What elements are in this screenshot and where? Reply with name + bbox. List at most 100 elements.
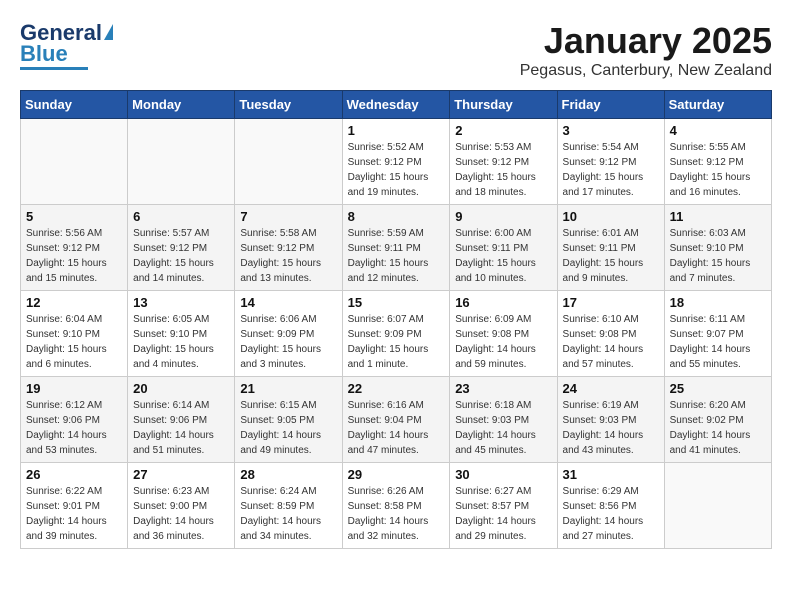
- calendar-day-cell: 16 Sunrise: 6:09 AM Sunset: 9:08 PM Dayli…: [450, 291, 557, 377]
- weekday-header-friday: Friday: [557, 91, 664, 119]
- day-detail: Sunrise: 5:58 AM Sunset: 9:12 PM Dayligh…: [240, 226, 336, 286]
- calendar-day-cell: 18Sunrise: 6:11 AM Sunset: 9:07 PM Dayli…: [664, 291, 771, 377]
- calendar-day-cell: 9 Sunrise: 6:00 AM Sunset: 9:11 PM Daylig…: [450, 205, 557, 291]
- weekday-header-thursday: Thursday: [450, 91, 557, 119]
- day-detail: Sunrise: 5:52 AM Sunset: 9:12 PM Dayligh…: [348, 140, 445, 200]
- calendar-day-cell: [664, 463, 771, 549]
- day-number: 11: [670, 209, 766, 224]
- day-detail: Sunrise: 6:29 AM Sunset: 8:56 PM Dayligh…: [563, 484, 659, 544]
- day-number: 1: [348, 123, 445, 138]
- calendar-day-cell: 31 Sunrise: 6:29 AM Sunset: 8:56 PM Dayli…: [557, 463, 664, 549]
- weekday-header-saturday: Saturday: [664, 91, 771, 119]
- calendar-day-cell: 21 Sunrise: 6:15 AM Sunset: 9:05 PM Dayli…: [235, 377, 342, 463]
- day-number: 16: [455, 295, 551, 310]
- day-detail: Sunrise: 6:15 AM Sunset: 9:05 PM Dayligh…: [240, 398, 336, 458]
- day-detail: Sunrise: 6:20 AM Sunset: 9:02 PM Dayligh…: [670, 398, 766, 458]
- day-number: 19: [26, 381, 122, 396]
- day-detail: Sunrise: 6:07 AM Sunset: 9:09 PM Dayligh…: [348, 312, 445, 372]
- weekday-header-sunday: Sunday: [21, 91, 128, 119]
- day-number: 18: [670, 295, 766, 310]
- calendar-day-cell: 4 Sunrise: 5:55 AM Sunset: 9:12 PM Daylig…: [664, 119, 771, 205]
- calendar-day-cell: 24 Sunrise: 6:19 AM Sunset: 9:03 PM Dayli…: [557, 377, 664, 463]
- calendar-table: SundayMondayTuesdayWednesdayThursdayFrid…: [20, 90, 772, 549]
- day-number: 25: [670, 381, 766, 396]
- day-number: 2: [455, 123, 551, 138]
- title-area: January 2025 Pegasus, Canterbury, New Ze…: [520, 20, 772, 80]
- calendar-day-cell: 17Sunrise: 6:10 AM Sunset: 9:08 PM Dayli…: [557, 291, 664, 377]
- day-detail: Sunrise: 6:03 AM Sunset: 9:10 PM Dayligh…: [670, 226, 766, 286]
- logo-triangle-icon: [104, 24, 113, 40]
- month-title: January 2025: [520, 20, 772, 62]
- day-number: 9: [455, 209, 551, 224]
- day-detail: Sunrise: 5:57 AM Sunset: 9:12 PM Dayligh…: [133, 226, 229, 286]
- day-detail: Sunrise: 6:16 AM Sunset: 9:04 PM Dayligh…: [348, 398, 445, 458]
- day-detail: Sunrise: 6:09 AM Sunset: 9:08 PM Dayligh…: [455, 312, 551, 372]
- day-number: 8: [348, 209, 445, 224]
- day-detail: Sunrise: 6:12 AM Sunset: 9:06 PM Dayligh…: [26, 398, 122, 458]
- calendar-day-cell: [235, 119, 342, 205]
- day-detail: Sunrise: 6:04 AM Sunset: 9:10 PM Dayligh…: [26, 312, 122, 372]
- calendar-day-cell: 19 Sunrise: 6:12 AM Sunset: 9:06 PM Dayli…: [21, 377, 128, 463]
- calendar-day-cell: 10 Sunrise: 6:01 AM Sunset: 9:11 PM Dayli…: [557, 205, 664, 291]
- calendar-week-row: 5 Sunrise: 5:56 AM Sunset: 9:12 PM Daylig…: [21, 205, 772, 291]
- calendar-day-cell: 7Sunrise: 5:58 AM Sunset: 9:12 PM Daylig…: [235, 205, 342, 291]
- day-number: 17: [563, 295, 659, 310]
- calendar-day-cell: 5 Sunrise: 5:56 AM Sunset: 9:12 PM Daylig…: [21, 205, 128, 291]
- day-number: 29: [348, 467, 445, 482]
- calendar-day-cell: 20Sunrise: 6:14 AM Sunset: 9:06 PM Dayli…: [128, 377, 235, 463]
- day-detail: Sunrise: 6:23 AM Sunset: 9:00 PM Dayligh…: [133, 484, 229, 544]
- day-number: 24: [563, 381, 659, 396]
- day-number: 10: [563, 209, 659, 224]
- day-number: 22: [348, 381, 445, 396]
- calendar-day-cell: 15Sunrise: 6:07 AM Sunset: 9:09 PM Dayli…: [342, 291, 450, 377]
- day-number: 26: [26, 467, 122, 482]
- calendar-day-cell: 30Sunrise: 6:27 AM Sunset: 8:57 PM Dayli…: [450, 463, 557, 549]
- calendar-day-cell: 23Sunrise: 6:18 AM Sunset: 9:03 PM Dayli…: [450, 377, 557, 463]
- page-header: General Blue January 2025 Pegasus, Cante…: [20, 20, 772, 80]
- calendar-day-cell: 28 Sunrise: 6:24 AM Sunset: 8:59 PM Dayli…: [235, 463, 342, 549]
- calendar-day-cell: 8 Sunrise: 5:59 AM Sunset: 9:11 PM Daylig…: [342, 205, 450, 291]
- day-detail: Sunrise: 6:26 AM Sunset: 8:58 PM Dayligh…: [348, 484, 445, 544]
- day-number: 28: [240, 467, 336, 482]
- logo-blue: Blue: [20, 44, 68, 64]
- day-number: 30: [455, 467, 551, 482]
- calendar-day-cell: 14Sunrise: 6:06 AM Sunset: 9:09 PM Dayli…: [235, 291, 342, 377]
- day-detail: Sunrise: 6:05 AM Sunset: 9:10 PM Dayligh…: [133, 312, 229, 372]
- calendar-day-cell: 3Sunrise: 5:54 AM Sunset: 9:12 PM Daylig…: [557, 119, 664, 205]
- calendar-day-cell: 6 Sunrise: 5:57 AM Sunset: 9:12 PM Daylig…: [128, 205, 235, 291]
- calendar-day-cell: 25 Sunrise: 6:20 AM Sunset: 9:02 PM Dayli…: [664, 377, 771, 463]
- calendar-day-cell: [128, 119, 235, 205]
- calendar-week-row: 19 Sunrise: 6:12 AM Sunset: 9:06 PM Dayli…: [21, 377, 772, 463]
- day-detail: Sunrise: 5:53 AM Sunset: 9:12 PM Dayligh…: [455, 140, 551, 200]
- day-number: 27: [133, 467, 229, 482]
- weekday-header-wednesday: Wednesday: [342, 91, 450, 119]
- calendar-day-cell: [21, 119, 128, 205]
- day-detail: Sunrise: 5:56 AM Sunset: 9:12 PM Dayligh…: [26, 226, 122, 286]
- day-detail: Sunrise: 5:59 AM Sunset: 9:11 PM Dayligh…: [348, 226, 445, 286]
- calendar-week-row: 12Sunrise: 6:04 AM Sunset: 9:10 PM Dayli…: [21, 291, 772, 377]
- day-number: 21: [240, 381, 336, 396]
- location-subtitle: Pegasus, Canterbury, New Zealand: [520, 62, 772, 80]
- day-detail: Sunrise: 5:55 AM Sunset: 9:12 PM Dayligh…: [670, 140, 766, 200]
- logo: General Blue: [20, 20, 113, 70]
- day-detail: Sunrise: 6:01 AM Sunset: 9:11 PM Dayligh…: [563, 226, 659, 286]
- day-number: 6: [133, 209, 229, 224]
- calendar-day-cell: 2 Sunrise: 5:53 AM Sunset: 9:12 PM Daylig…: [450, 119, 557, 205]
- day-detail: Sunrise: 6:14 AM Sunset: 9:06 PM Dayligh…: [133, 398, 229, 458]
- logo-underline: [20, 67, 88, 70]
- day-detail: Sunrise: 6:19 AM Sunset: 9:03 PM Dayligh…: [563, 398, 659, 458]
- calendar-header-row: SundayMondayTuesdayWednesdayThursdayFrid…: [21, 91, 772, 119]
- calendar-day-cell: 29 Sunrise: 6:26 AM Sunset: 8:58 PM Dayli…: [342, 463, 450, 549]
- calendar-day-cell: 1 Sunrise: 5:52 AM Sunset: 9:12 PM Daylig…: [342, 119, 450, 205]
- calendar-day-cell: 26Sunrise: 6:22 AM Sunset: 9:01 PM Dayli…: [21, 463, 128, 549]
- calendar-day-cell: 22 Sunrise: 6:16 AM Sunset: 9:04 PM Dayli…: [342, 377, 450, 463]
- calendar-week-row: 26Sunrise: 6:22 AM Sunset: 9:01 PM Dayli…: [21, 463, 772, 549]
- day-number: 4: [670, 123, 766, 138]
- day-detail: Sunrise: 6:00 AM Sunset: 9:11 PM Dayligh…: [455, 226, 551, 286]
- calendar-day-cell: 11 Sunrise: 6:03 AM Sunset: 9:10 PM Dayli…: [664, 205, 771, 291]
- day-detail: Sunrise: 6:24 AM Sunset: 8:59 PM Dayligh…: [240, 484, 336, 544]
- day-number: 31: [563, 467, 659, 482]
- calendar-day-cell: 27 Sunrise: 6:23 AM Sunset: 9:00 PM Dayli…: [128, 463, 235, 549]
- day-detail: Sunrise: 6:18 AM Sunset: 9:03 PM Dayligh…: [455, 398, 551, 458]
- day-number: 5: [26, 209, 122, 224]
